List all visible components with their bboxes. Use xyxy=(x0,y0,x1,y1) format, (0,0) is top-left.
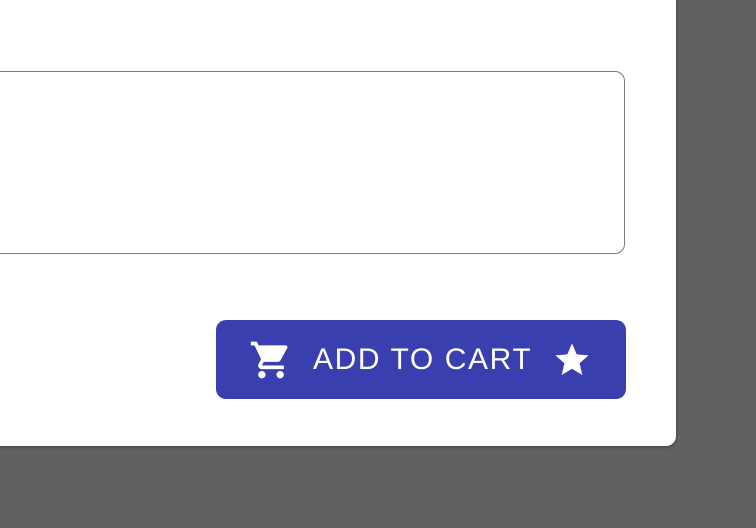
add-to-cart-button[interactable]: ADD TO CART xyxy=(216,320,626,399)
text-area-field[interactable] xyxy=(0,71,625,254)
add-to-cart-label: ADD TO CART xyxy=(313,342,533,376)
star-icon xyxy=(552,340,592,380)
shopping-cart-icon xyxy=(249,338,293,382)
